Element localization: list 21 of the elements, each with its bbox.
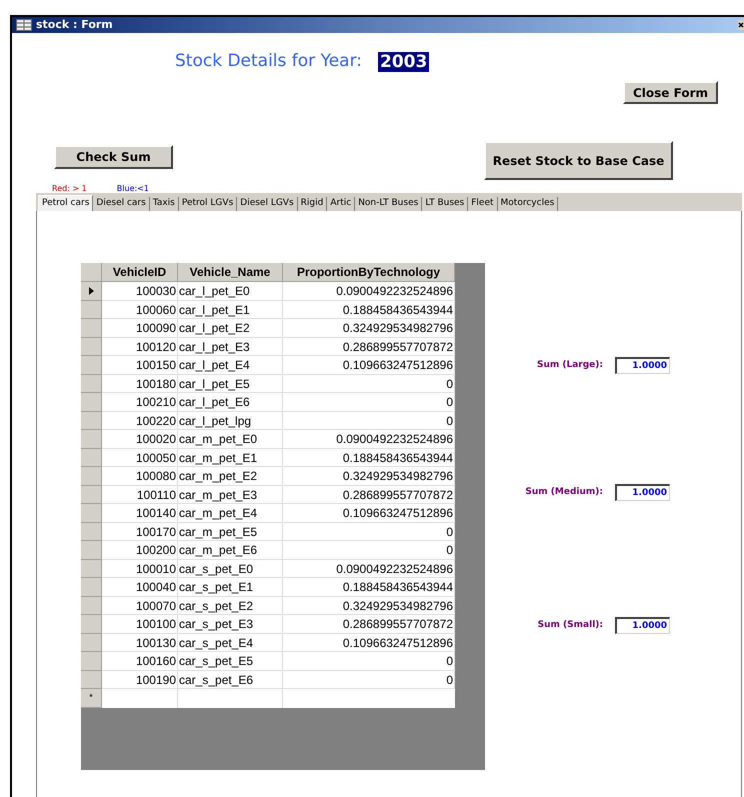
row-selector[interactable] [81,282,102,300]
reset-stock-button[interactable]: Reset Stock to Base Case [484,141,673,180]
form-heading: Stock Details for Year: [175,50,362,73]
new-record-marker: * [89,691,93,704]
sum-field[interactable]: 1.0000 [615,484,670,501]
tab[interactable]: Taxis [150,197,179,211]
check-sum-button[interactable]: Check Sum [54,145,173,169]
sum-field[interactable]: 1.0000 [615,617,670,634]
window-title: stock : Form [36,16,113,33]
sum-label: Sum (Medium): [524,486,604,499]
sum-field[interactable]: 1.0000 [615,357,670,374]
form-icon [16,19,32,31]
close-icon[interactable] [738,20,744,30]
sum-label: Sum (Small): [536,618,604,632]
tab[interactable]: Petrol cars [38,195,94,211]
legend-text: Blue:<1 [116,183,149,195]
current-row-icon [88,286,94,295]
year-value: 2003 [378,52,430,72]
close-form-button[interactable]: Close Form [623,81,718,104]
sum-label: Sum (Large): [536,358,604,372]
legend-text: Red: > 1 [52,183,87,195]
